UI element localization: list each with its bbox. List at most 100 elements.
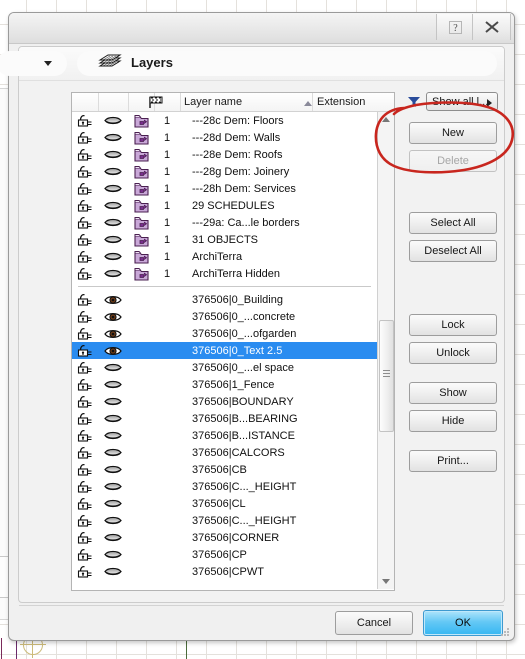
table-row[interactable]: 376506|CORNER [72,529,377,546]
layer-visibility-toggle[interactable] [98,132,128,144]
layer-name-cell[interactable]: 376506|0_Building [180,294,377,306]
layer-visibility-toggle[interactable] [98,268,128,280]
folder-icon[interactable] [133,114,149,128]
layer-wireframe-toggle[interactable] [128,114,154,128]
layer-name-cell[interactable]: ---28h Dem: Services [180,183,377,195]
eye-hidden-icon[interactable] [104,481,122,493]
layer-wireframe-toggle[interactable] [128,148,154,162]
unlocked-padlock-icon[interactable] [77,182,93,195]
lock-button[interactable]: Lock [409,314,497,336]
eye-hidden-icon[interactable] [104,430,122,442]
resize-grip-icon[interactable] [500,627,510,637]
scroll-down-arrow-icon[interactable] [382,579,390,584]
layer-visibility-toggle[interactable] [98,532,128,544]
unlocked-padlock-icon[interactable] [77,233,93,246]
layer-visibility-toggle[interactable] [98,166,128,178]
layer-wireframe-toggle[interactable] [128,250,154,264]
layer-name-cell[interactable]: ---28d Dem: Walls [180,132,377,144]
unlocked-padlock-icon[interactable] [77,148,93,161]
layer-name-cell[interactable]: 376506|C..._HEIGHT [180,481,377,493]
layer-lock-toggle[interactable] [72,327,98,340]
layer-lock-toggle[interactable] [72,565,98,578]
layer-name-cell[interactable]: 376506|0_...el space [180,362,377,374]
layer-lock-toggle[interactable] [72,310,98,323]
layer-visibility-toggle[interactable] [98,566,128,578]
table-row[interactable]: 376506|CP [72,546,377,563]
layer-name-cell[interactable]: 29 SCHEDULES [180,200,377,212]
table-row[interactable]: 1 ---28d Dem: Walls [72,129,377,146]
unlocked-padlock-icon[interactable] [77,327,93,340]
table-row[interactable]: 1 31 OBJECTS [72,231,377,248]
layer-lock-toggle[interactable] [72,378,98,391]
unlocked-padlock-icon[interactable] [77,395,93,408]
layer-lock-toggle[interactable] [72,514,98,527]
hide-button[interactable]: Hide [409,410,497,432]
unlocked-padlock-icon[interactable] [77,361,93,374]
unlocked-padlock-icon[interactable] [77,267,93,280]
folder-icon[interactable] [133,148,149,162]
table-row[interactable]: 376506|C..._HEIGHT [72,478,377,495]
unlocked-padlock-icon[interactable] [77,250,93,263]
eye-hidden-icon[interactable] [104,498,122,510]
table-row[interactable]: 376506|CALCORS [72,444,377,461]
layer-name-cell[interactable]: 376506|0_...concrete [180,311,377,323]
funnel-icon[interactable] [407,95,421,109]
layer-lock-toggle[interactable] [72,463,98,476]
layer-name-cell[interactable]: 31 OBJECTS [180,234,377,246]
layer-lock-toggle[interactable] [72,412,98,425]
table-row[interactable]: 376506|1_Fence [72,376,377,393]
layer-lock-toggle[interactable] [72,344,98,357]
table-row[interactable]: 1 ---28g Dem: Joinery [72,163,377,180]
unlocked-padlock-icon[interactable] [77,412,93,425]
folder-icon[interactable] [133,199,149,213]
layer-wireframe-toggle[interactable] [128,165,154,179]
layer-name-cell[interactable]: 376506|B...BEARING [180,413,377,425]
folder-icon[interactable] [133,182,149,196]
eye-hidden-icon[interactable] [104,200,122,212]
layer-name-cell[interactable]: 376506|BOUNDARY [180,396,377,408]
unlocked-padlock-icon[interactable] [77,531,93,544]
layer-list-scrollbar[interactable] [377,112,394,589]
eye-visible-icon[interactable] [104,345,122,357]
layer-lock-toggle[interactable] [72,182,98,195]
layer-lock-toggle[interactable] [72,165,98,178]
layer-lock-toggle[interactable] [72,267,98,280]
table-row[interactable]: 376506|0_...ofgarden [72,325,377,342]
layer-wireframe-toggle[interactable] [128,216,154,230]
layer-visibility-toggle[interactable] [98,234,128,246]
eye-hidden-icon[interactable] [104,464,122,476]
layer-visibility-toggle[interactable] [98,251,128,263]
eye-hidden-icon[interactable] [104,396,122,408]
scroll-up-arrow-icon[interactable] [382,117,390,122]
table-row[interactable]: 376506|B...BEARING [72,410,377,427]
eye-hidden-icon[interactable] [104,268,122,280]
column-header-extension[interactable]: Extension [317,96,365,108]
flag-icon[interactable] [148,96,164,109]
table-row[interactable]: 376506|CL [72,495,377,512]
table-row[interactable]: 376506|BOUNDARY [72,393,377,410]
layer-visibility-toggle[interactable] [98,549,128,561]
table-row[interactable]: 376506|CB [72,461,377,478]
unlocked-padlock-icon[interactable] [77,514,93,527]
layer-visibility-toggle[interactable] [98,362,128,374]
layer-name-cell[interactable]: 376506|CB [180,464,377,476]
layer-name-cell[interactable]: ArchiTerra [180,251,377,263]
unlocked-padlock-icon[interactable] [77,565,93,578]
new-layer-button[interactable]: New [409,122,497,144]
layer-lock-toggle[interactable] [72,250,98,263]
layer-lock-toggle[interactable] [72,446,98,459]
layer-visibility-toggle[interactable] [98,328,128,340]
close-button[interactable] [472,14,511,40]
unlocked-padlock-icon[interactable] [77,548,93,561]
layer-name-cell[interactable]: 376506|CPWT [180,566,377,578]
layer-visibility-toggle[interactable] [98,379,128,391]
unlocked-padlock-icon[interactable] [77,131,93,144]
layer-visibility-toggle[interactable] [98,481,128,493]
table-row[interactable]: 376506|CPWT [72,563,377,580]
unlocked-padlock-icon[interactable] [77,165,93,178]
eye-hidden-icon[interactable] [104,183,122,195]
dialog-titlebar[interactable]: ? [9,13,514,44]
folder-icon[interactable] [133,267,149,281]
eye-hidden-icon[interactable] [104,362,122,374]
unlocked-padlock-icon[interactable] [77,480,93,493]
